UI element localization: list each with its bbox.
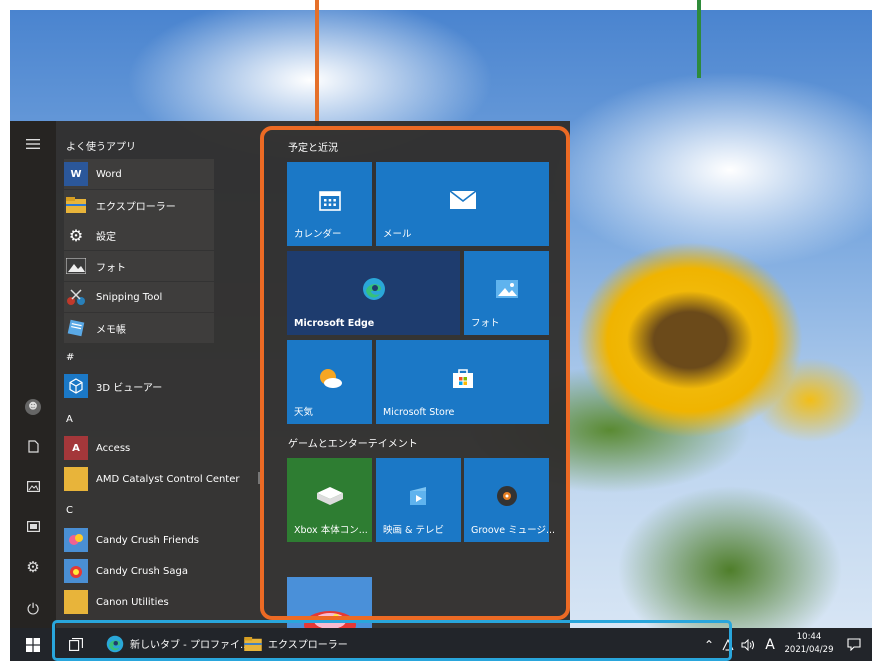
clock-date: 2021/04/29	[784, 645, 834, 655]
tiles-highlight-frame	[260, 126, 570, 620]
snipping-tool-icon	[64, 285, 88, 309]
app-label: Word	[96, 168, 122, 180]
user-account-icon[interactable]: ☻	[10, 392, 56, 422]
settings-gear-icon[interactable]: ⚙	[10, 552, 56, 582]
hamburger-menu-icon[interactable]	[10, 129, 56, 159]
app-item-explorer[interactable]: エクスプローラー	[64, 190, 214, 220]
app-label: Canon Utilities	[96, 596, 169, 608]
section-header-c[interactable]: C	[66, 505, 73, 516]
folder-icon	[64, 467, 88, 491]
video-icon[interactable]	[10, 511, 56, 541]
app-label: Access	[96, 442, 131, 454]
ime-indicator[interactable]: A	[762, 628, 778, 661]
start-button[interactable]	[18, 628, 48, 661]
app-item-access[interactable]: A Access	[64, 433, 254, 463]
photos-icon	[64, 254, 88, 278]
app-item-candy-crush-saga[interactable]: Candy Crush Saga	[64, 556, 254, 586]
app-label: Candy Crush Saga	[96, 565, 189, 577]
taskbar-clock[interactable]: 10:44 2021/04/29	[784, 631, 834, 657]
app-item-3d-viewer[interactable]: 3D ビューアー	[64, 371, 254, 401]
notepad-icon	[64, 316, 88, 340]
folder-icon	[64, 590, 88, 614]
orange-callout-line	[315, 0, 319, 128]
app-item-amd-catalyst[interactable]: AMD Catalyst Control Center	[64, 464, 254, 494]
section-header-a[interactable]: A	[66, 414, 73, 425]
app-label: AMD Catalyst Control Center	[96, 473, 240, 485]
section-header-hash[interactable]: #	[66, 352, 74, 363]
power-icon[interactable]: ⏻	[10, 594, 56, 624]
app-item-settings[interactable]: ⚙ 設定	[64, 220, 214, 250]
app-item-word[interactable]: W Word	[64, 159, 214, 189]
access-icon: A	[64, 436, 88, 460]
frequent-apps-heading: よく使うアプリ	[66, 142, 136, 153]
windows-logo-icon	[26, 637, 40, 652]
clock-time: 10:44	[796, 632, 822, 642]
app-label: エクスプローラー	[96, 201, 176, 213]
folder-icon	[64, 193, 88, 217]
taskbar-highlight-frame	[52, 620, 732, 661]
app-label: Snipping Tool	[96, 291, 163, 303]
app-item-candy-crush-friends[interactable]: Candy Crush Friends	[64, 525, 254, 555]
app-label: フォト	[96, 262, 126, 274]
app-item-photos[interactable]: フォト	[64, 251, 214, 281]
volume-icon[interactable]	[739, 628, 757, 661]
action-center-icon[interactable]	[844, 628, 864, 661]
start-menu-rail: ☻ ⚙ ⏻	[10, 121, 56, 628]
app-item-canon-utilities[interactable]: Canon Utilities	[64, 587, 254, 617]
pictures-icon[interactable]	[10, 471, 56, 501]
app-label: 設定	[96, 231, 116, 243]
app-item-snipping-tool[interactable]: Snipping Tool	[64, 282, 214, 312]
app-label: メモ帳	[96, 324, 126, 336]
candy-crush-friends-icon	[64, 528, 88, 552]
gear-icon: ⚙	[68, 225, 84, 245]
app-label: Candy Crush Friends	[96, 534, 200, 546]
green-callout-line	[697, 0, 701, 78]
app-label: 3D ビューアー	[96, 382, 163, 394]
app-item-notepad[interactable]: メモ帳	[64, 313, 214, 343]
documents-icon[interactable]	[10, 431, 56, 461]
candy-crush-saga-icon	[64, 559, 88, 583]
3d-viewer-icon	[64, 374, 88, 398]
word-icon: W	[64, 162, 88, 186]
